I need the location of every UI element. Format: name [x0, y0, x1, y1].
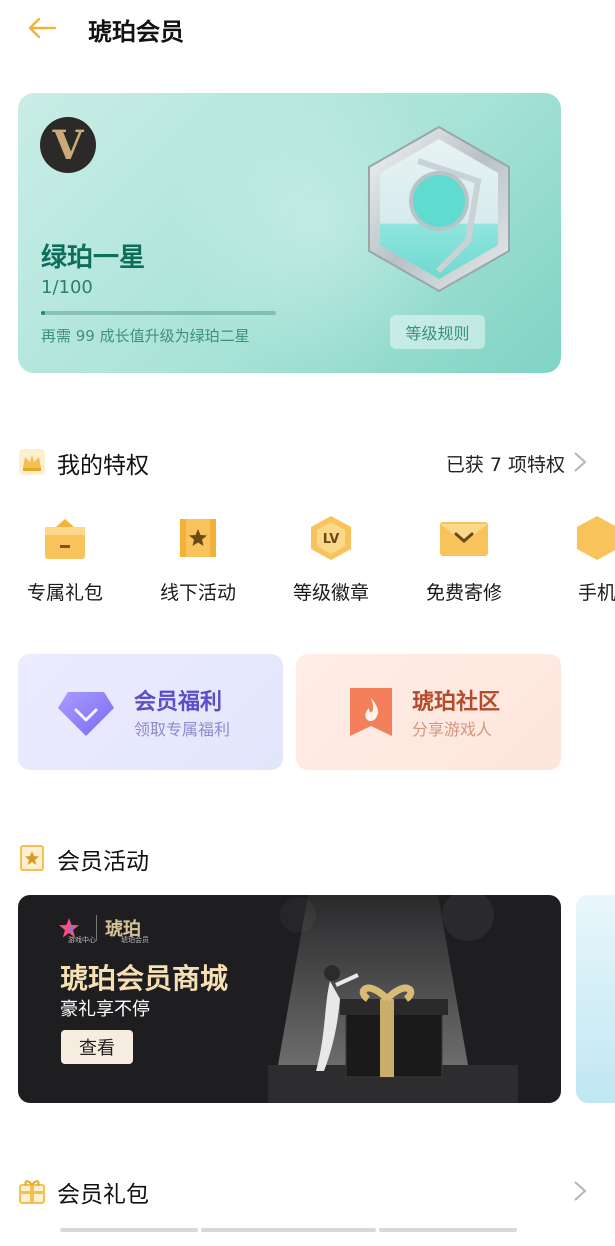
upgrade-hint: 再需 99 成长值升级为绿珀二星 [41, 327, 250, 345]
gift-icon [19, 1180, 45, 1204]
gift-box-icon [40, 514, 90, 562]
privilege-free-repair[interactable]: 免费寄修 [414, 510, 514, 610]
tile-subtitle: 领取专属福利 [134, 720, 231, 739]
back-arrow-icon [28, 17, 57, 39]
privilege-level-badge[interactable]: LV 等级徽章 [281, 510, 381, 610]
gift-spotlight-illustration [268, 895, 518, 1103]
level-progress-bar [41, 311, 276, 315]
svg-text:LV: LV [323, 532, 340, 547]
privilege-label: 专属礼包 [26, 582, 103, 604]
back-button[interactable] [22, 10, 62, 46]
privileges-title: 我的特权 [57, 453, 149, 479]
privileges-count: 已获 7 项特权 [445, 454, 565, 476]
chevron-right-icon [574, 452, 587, 472]
top-bar: 琥珀会员 [0, 0, 615, 56]
tile-subtitle: 分享游戏人 [412, 720, 493, 739]
tab-indicator [379, 1228, 517, 1232]
banner-title: 琥珀会员商城 [60, 962, 229, 995]
level-progress-text: 1/100 [41, 277, 93, 298]
tab-indicator [60, 1228, 198, 1232]
privilege-phone[interactable]: 手机 [547, 510, 615, 610]
privilege-gift-pack[interactable]: 专属礼包 [15, 510, 115, 610]
flame-bookmark-icon [350, 688, 392, 736]
diamond-icon [58, 692, 114, 736]
member-welfare-tile[interactable]: 会员福利 领取专属福利 [18, 654, 283, 770]
page-title: 琥珀会员 [88, 18, 184, 46]
banner-subtitle: 豪礼享不停 [60, 999, 150, 1020]
tile-title: 会员福利 [134, 690, 223, 715]
chevron-right-icon [574, 1181, 587, 1201]
hexagon-icon [572, 514, 615, 562]
level-rules-button[interactable]: 等级规则 [390, 315, 485, 349]
activities-header: 会员活动 [0, 838, 615, 878]
envelope-icon [439, 514, 489, 562]
level-card[interactable]: V 绿珀一星 1/100 再需 99 成长值升级为绿珀二星 等级规则 [18, 93, 561, 373]
star-flag-icon [173, 514, 223, 562]
logo-caption-right: 琥珀会员 [121, 936, 149, 944]
privilege-offline-event[interactable]: 线下活动 [148, 510, 248, 610]
privilege-label: 等级徽章 [292, 582, 369, 604]
banner-view-button[interactable]: 查看 [61, 1030, 133, 1064]
tile-title: 琥珀社区 [412, 690, 501, 715]
activities-title: 会员活动 [57, 849, 149, 875]
privileges-list: 专属礼包 线下活动 LV 等级徽章 免费寄修 手机 [0, 510, 615, 610]
crown-icon [19, 449, 45, 475]
level-progress-fill [41, 311, 45, 315]
level-badge-icon [368, 125, 510, 293]
amber-mall-banner[interactable]: 琥珀 游戏中心 琥珀会员 琥珀会员商城 豪礼享不停 查看 [18, 895, 561, 1103]
amber-community-tile[interactable]: 琥珀社区 分享游戏人 [296, 654, 561, 770]
privilege-label: 手机 [577, 582, 615, 604]
logo-divider [96, 915, 97, 941]
gift-packs-header[interactable]: 会员礼包 [0, 1171, 615, 1211]
logo-caption-left: 游戏中心 [68, 936, 96, 944]
lv-badge-icon: LV [306, 514, 356, 562]
privilege-label: 线下活动 [159, 582, 236, 604]
level-name: 绿珀一星 [41, 243, 146, 273]
privileges-header[interactable]: 我的特权 已获 7 项特权 [0, 442, 615, 482]
tab-indicator [201, 1228, 376, 1232]
gift-packs-title: 会员礼包 [57, 1182, 149, 1208]
vip-logo: V [40, 117, 96, 173]
privilege-label: 免费寄修 [425, 582, 502, 604]
next-banner-peek[interactable] [576, 895, 615, 1103]
star-badge-icon [20, 845, 44, 871]
